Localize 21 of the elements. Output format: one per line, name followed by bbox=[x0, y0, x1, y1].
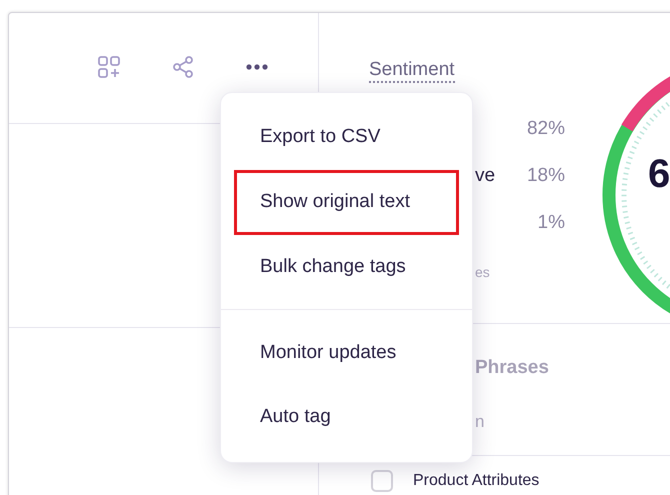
share-icon bbox=[171, 55, 195, 79]
menu-item[interactable]: Bulk change tags bbox=[234, 234, 459, 300]
menu-item[interactable]: Auto tag bbox=[234, 385, 459, 450]
phrase-label: Product Attributes bbox=[413, 473, 540, 489]
sentiment-footnote: es bbox=[475, 264, 490, 280]
share-button[interactable] bbox=[171, 55, 195, 79]
menu-item[interactable]: Export to CSV bbox=[234, 105, 459, 170]
checkbox[interactable] bbox=[371, 470, 393, 492]
gauge-value: 6 bbox=[648, 152, 670, 196]
phrases-subtitle: n bbox=[475, 412, 484, 431]
add-widget-button[interactable] bbox=[97, 55, 121, 79]
menu-item[interactable]: Show original text bbox=[234, 170, 459, 235]
sentiment-percent: 82% bbox=[526, 116, 565, 141]
add-widget-icon bbox=[97, 55, 121, 79]
sentiment-percent: 1% bbox=[538, 210, 565, 235]
sentiment-label: ve bbox=[475, 164, 496, 188]
sentiment-title[interactable]: Sentiment bbox=[369, 59, 455, 83]
more-icon bbox=[245, 63, 269, 71]
menu-item[interactable]: Monitor updates bbox=[234, 320, 459, 386]
phrases-title: Phrases bbox=[475, 356, 549, 378]
sentiment-percent: 18% bbox=[526, 164, 565, 188]
